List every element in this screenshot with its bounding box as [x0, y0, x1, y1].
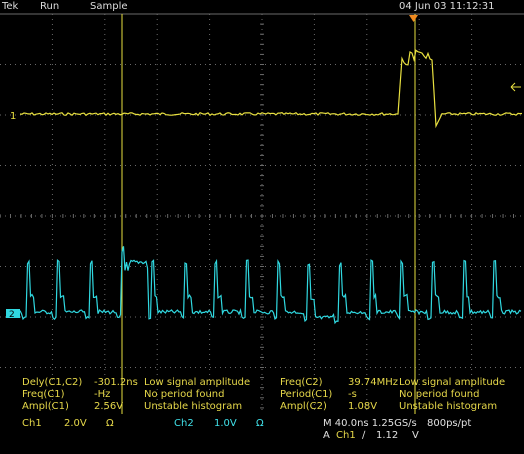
ch2-ground-marker[interactable]: 2	[6, 309, 20, 320]
trigger-position-icon[interactable]	[409, 15, 418, 22]
measure-value: -Hz	[94, 389, 111, 400]
measure-value: 1.08V	[348, 401, 378, 412]
measure-value: 2.56V	[94, 401, 124, 412]
trigger-level-arrow-icon[interactable]	[510, 82, 521, 92]
ch2-coupling-icon: Ω	[256, 418, 264, 429]
trigger-level[interactable]: 1.12	[376, 430, 398, 442]
svg-text:2: 2	[9, 310, 15, 320]
trigger-prefix: A	[323, 430, 330, 441]
sample-resolution: 800ps/pt	[427, 418, 472, 429]
measure-note: Low signal amplitude	[144, 377, 251, 388]
ch2-label[interactable]: Ch2	[174, 418, 194, 430]
ch2-waveform	[19, 246, 522, 325]
measure-name: Freq(C2)	[280, 377, 323, 388]
measure-value: -301.2ns	[94, 377, 138, 388]
measure-value: -s	[348, 389, 357, 400]
measure-note: Unstable histogram	[144, 401, 243, 412]
ch1-label[interactable]: Ch1	[22, 418, 42, 430]
measure-name: Ampl(C2)	[280, 401, 327, 412]
trigger-source[interactable]: Ch1	[336, 430, 356, 442]
measure-name: Dely(C1,C2)	[22, 377, 83, 388]
measure-note: No period found	[144, 389, 225, 400]
ch1-scale[interactable]: 2.0V	[64, 418, 87, 430]
trigger-unit: V	[412, 430, 419, 441]
measure-note: No period found	[399, 389, 480, 400]
ch1-ground-marker[interactable]: 1	[10, 111, 16, 122]
ch2-scale[interactable]: 1.0V	[214, 418, 237, 430]
graticule	[0, 13, 524, 419]
measure-name: Period(C1)	[280, 389, 333, 400]
measure-name: Ampl(C1)	[22, 401, 69, 412]
measurement-readout: Dely(C1,C2) -301.2ns Low signal amplitud…	[0, 374, 524, 414]
channel-status-bar: Ch1 2.0V Ω Ch2 1.0V Ω M 40.0ns 1.25GS/s …	[0, 414, 524, 454]
ch1-coupling-icon: Ω	[106, 418, 114, 429]
measure-name: Freq(C1)	[22, 389, 65, 400]
measure-note: Low signal amplitude	[399, 377, 506, 388]
timebase[interactable]: M 40.0ns 1.25GS/s	[323, 418, 417, 430]
trigger-slope-icon[interactable]: ∕	[362, 430, 365, 442]
measure-value: 39.74MHz	[348, 377, 399, 388]
measure-note: Unstable histogram	[399, 401, 498, 412]
